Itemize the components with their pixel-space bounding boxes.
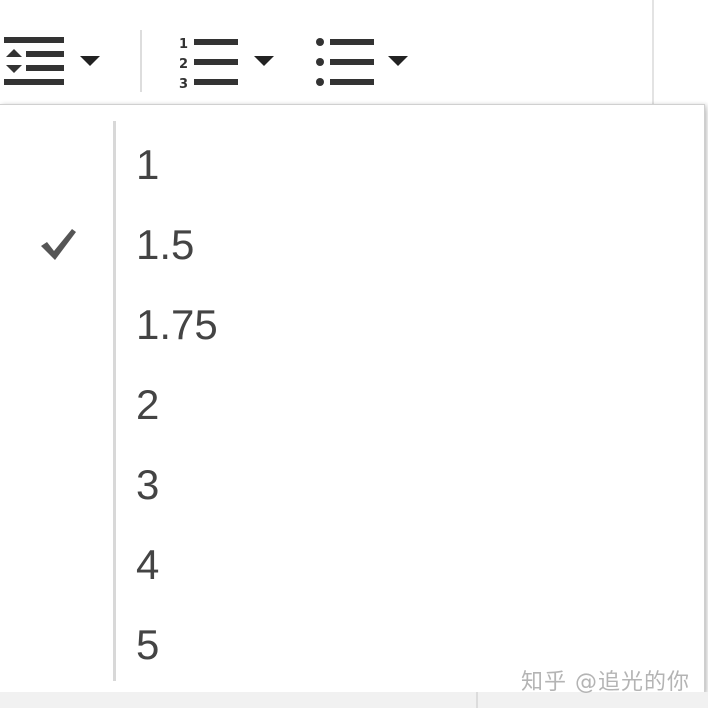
line-spacing-menu: 1 1.5 1.75 2 3 4 5 (0, 104, 705, 693)
menu-item-label: 2 (136, 381, 160, 428)
menu-item-spacing-4[interactable]: 4 (0, 525, 704, 605)
menu-item-spacing-1-75[interactable]: 1.75 (0, 285, 704, 365)
toolbar-edge-divider (652, 0, 654, 104)
line-spacing-icon (0, 35, 66, 87)
menu-item-label: 1.75 (136, 301, 218, 348)
bulleted-list-icon (308, 32, 374, 90)
menu-item-label: 4 (136, 541, 160, 588)
watermark: 知乎 @追光的你 (521, 670, 690, 695)
list-number-1: 1 (179, 37, 188, 52)
menu-item-label: 1.5 (136, 221, 195, 268)
chevron-down-icon (80, 56, 100, 66)
chevron-down-icon (254, 56, 274, 66)
page-strip-divider (476, 692, 478, 708)
bulleted-list-button[interactable] (308, 26, 418, 96)
list-number-3: 3 (179, 77, 188, 90)
checkmark-icon (38, 227, 78, 263)
line-spacing-button[interactable] (0, 26, 112, 96)
menu-item-label: 5 (136, 621, 160, 668)
menu-item-label: 3 (136, 461, 160, 508)
menu-item-label: 1 (136, 141, 160, 188)
menu-item-spacing-2[interactable]: 2 (0, 365, 704, 445)
chevron-down-icon (388, 56, 408, 66)
menu-item-spacing-1-5[interactable]: 1.5 (0, 205, 704, 285)
list-number-2: 2 (179, 57, 188, 72)
numbered-list-icon: 1 2 3 (170, 32, 240, 90)
menu-item-spacing-1[interactable]: 1 (0, 125, 704, 205)
toolbar-separator (140, 30, 142, 92)
formatting-toolbar: 1 2 3 (0, 0, 708, 104)
menu-item-spacing-3[interactable]: 3 (0, 445, 704, 525)
numbered-list-button[interactable]: 1 2 3 (170, 26, 282, 96)
